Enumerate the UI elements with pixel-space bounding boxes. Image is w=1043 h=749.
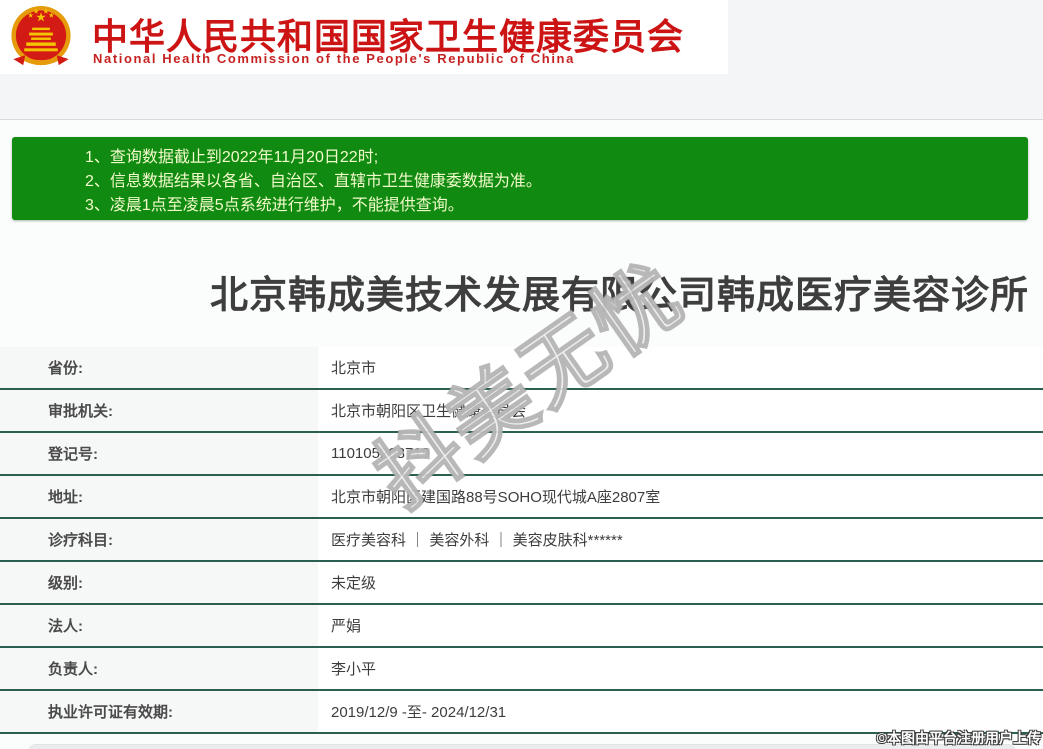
row-label: 法人: xyxy=(0,605,318,646)
row-label: 省份: xyxy=(0,347,318,388)
table-row-person-in-charge: 负责人: 李小平 xyxy=(0,648,1043,691)
copyright-watermark: ©本图由平台注册用户上传 xyxy=(876,730,1041,746)
table-row-departments: 诊疗科目: 医疗美容科 ｜ 美容外科 ｜ 美容皮肤科****** xyxy=(0,519,1043,562)
page-title: 北京韩成美技术发展有限公司韩成医疗美容诊所 xyxy=(210,275,1030,317)
row-label: 执业许可证有效期: xyxy=(0,691,318,732)
notice-line-2: 2、信息数据结果以各省、自治区、直辖市卫生健康委数据为准。 xyxy=(85,173,542,190)
table-row-legal-person: 法人: 严娟 xyxy=(0,605,1043,648)
table-row-address: 地址: 北京市朝阳区建国路88号SOHO现代城A座2807室 xyxy=(0,476,1043,519)
notice-line-1: 1、查询数据截止到2022年11月20日22时; xyxy=(85,149,379,166)
row-value: 110105208719 xyxy=(318,433,1043,474)
page: 中华人民共和国国家卫生健康委员会 National Health Commiss… xyxy=(0,0,1043,749)
org-name-en: National Health Commission of the People… xyxy=(93,51,575,66)
row-value: 北京市朝阳区建国路88号SOHO现代城A座2807室 xyxy=(318,476,1043,517)
table-row-level: 级别: 未定级 xyxy=(0,562,1043,605)
row-value: 严娟 xyxy=(318,605,1043,646)
row-label: 审批机关: xyxy=(0,390,318,431)
notice-line-3: 3、凌晨1点至凌晨5点系统进行维护，不能提供查询。 xyxy=(85,197,464,214)
row-label: 负责人: xyxy=(0,648,318,689)
row-label: 诊疗科目: xyxy=(0,519,318,560)
row-value: 2019/12/9 -至- 2024/12/31 xyxy=(318,691,1043,732)
table-row-province: 省份: 北京市 xyxy=(0,347,1043,390)
row-value: 北京市 xyxy=(318,347,1043,388)
table-row-approval-authority: 审批机关: 北京市朝阳区卫生健康委员会 xyxy=(0,390,1043,433)
row-value: 北京市朝阳区卫生健康委员会 xyxy=(318,390,1043,431)
row-label: 登记号: xyxy=(0,433,318,474)
table-row-registration-number: 登记号: 110105208719 xyxy=(0,433,1043,476)
row-value: 未定级 xyxy=(318,562,1043,603)
site-header: 中华人民共和国国家卫生健康委员会 National Health Commiss… xyxy=(0,0,728,74)
china-national-emblem-icon xyxy=(11,5,71,66)
detail-table: 省份: 北京市 审批机关: 北京市朝阳区卫生健康委员会 登记号: 1101052… xyxy=(0,347,1043,734)
notice-box: 1、查询数据截止到2022年11月20日22时; 2、信息数据结果以各省、自治区… xyxy=(12,137,1028,220)
row-label: 地址: xyxy=(0,476,318,517)
row-label: 级别: xyxy=(0,562,318,603)
bottom-panel xyxy=(28,744,1016,749)
row-value: 李小平 xyxy=(318,648,1043,689)
row-value: 医疗美容科 ｜ 美容外科 ｜ 美容皮肤科****** xyxy=(318,519,1043,560)
